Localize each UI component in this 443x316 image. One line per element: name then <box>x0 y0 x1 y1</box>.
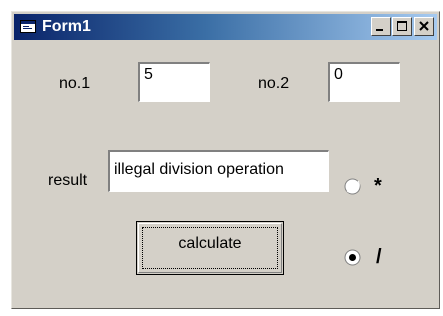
no2-input[interactable]: 0 <box>328 62 400 102</box>
radio-unchecked-icon <box>344 178 361 195</box>
result-field[interactable]: illegal division operation <box>108 150 329 192</box>
close-button[interactable] <box>414 17 434 36</box>
no1-input[interactable]: 5 <box>138 62 210 102</box>
form-icon <box>20 20 36 33</box>
result-label: result <box>48 172 88 189</box>
no1-label: no.1 <box>59 75 91 92</box>
radio-multiply[interactable] <box>344 178 361 195</box>
calculate-button[interactable]: calculate <box>136 221 284 275</box>
minimize-icon <box>376 29 383 31</box>
minimize-button[interactable] <box>371 17 391 36</box>
radio-divide[interactable] <box>344 249 361 266</box>
no2-label: no.2 <box>258 75 290 92</box>
maximize-icon <box>397 21 407 31</box>
form1-window: Form1 no.1 5 no.2 0 result illegal divis… <box>11 11 440 309</box>
radio-checked-icon <box>344 249 361 266</box>
radio-divide-label: / <box>376 246 382 268</box>
close-icon <box>419 21 429 31</box>
title-bar[interactable]: Form1 <box>14 14 437 40</box>
maximize-button[interactable] <box>392 17 412 36</box>
radio-multiply-label: * <box>374 175 382 197</box>
window-title: Form1 <box>42 18 91 35</box>
calculate-button-label: calculate <box>178 235 242 252</box>
